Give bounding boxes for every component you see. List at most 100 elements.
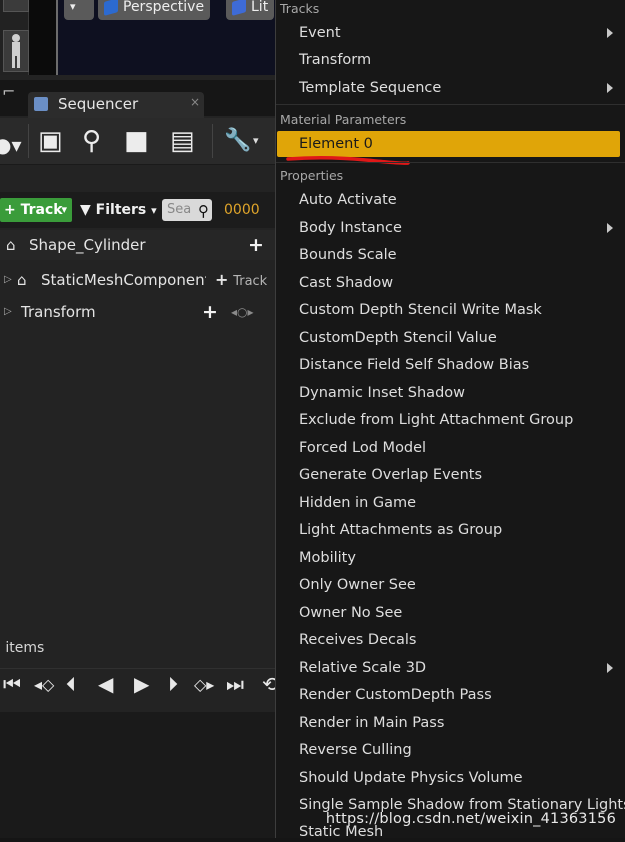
tree-row-transform[interactable]: ▷ Transform + ◂○▸ <box>0 297 276 327</box>
lit-button[interactable]: Lit <box>226 0 275 20</box>
sequencer-icon <box>34 97 48 111</box>
chevron-down-icon: ▾ <box>151 204 157 217</box>
tree-row-static-mesh-component[interactable]: ▷ ⌂ StaticMeshComponentC + Track <box>0 265 276 295</box>
clapperboard-icon[interactable]: ▤ <box>170 126 195 156</box>
menu-item-customdepth-stencil-value[interactable]: CustomDepth Stencil Value <box>299 328 497 348</box>
perspective-icon <box>104 0 118 16</box>
red-annotation-underline <box>286 155 410 165</box>
actor-icon: ⌂ <box>6 236 16 254</box>
component-icon: ⌂ <box>17 271 27 289</box>
expand-arrow-icon[interactable]: ▷ <box>4 297 12 327</box>
filter-icon: ▼ <box>80 202 91 218</box>
watermark: https://blog.csdn.net/weixin_41363156 <box>325 811 616 827</box>
tree-row-label: Transform <box>21 303 96 321</box>
search-icon[interactable]: ⚲ <box>82 126 101 156</box>
previous-key-icon[interactable]: ◂◇ <box>34 675 54 694</box>
menu-item-hidden-in-game[interactable]: Hidden in Game <box>299 493 416 513</box>
add-track-inline-button[interactable]: + Track <box>215 265 267 297</box>
menu-item-event[interactable]: Event <box>299 23 619 43</box>
asset-thumbnail[interactable] <box>3 0 29 12</box>
submenu-arrow-icon <box>607 83 613 93</box>
lit-sphere-icon <box>232 0 246 16</box>
menu-item-label: Template Sequence <box>299 80 442 96</box>
menu-item-generate-overlap-events[interactable]: Generate Overlap Events <box>299 465 482 485</box>
menu-divider <box>276 104 625 105</box>
lit-label: Lit <box>251 0 269 15</box>
expand-arrow-icon[interactable]: ▷ <box>4 265 12 295</box>
menu-item-forced-lod-model[interactable]: Forced Lod Model <box>299 438 426 458</box>
playback-controls: ⏮ ◂◇ ⏴ ◀ ▶ ⏵ ◇▸ ⏭ ⟲ <box>0 668 279 705</box>
section-header-material-parameters: Material Parameters <box>280 112 407 127</box>
menu-item-should-update-physics-volume[interactable]: Should Update Physics Volume <box>299 768 523 788</box>
menu-item-light-attachments-as-group[interactable]: Light Attachments as Group <box>299 520 502 540</box>
menu-item-template-sequence[interactable]: Template Sequence <box>299 78 619 98</box>
asset-thumbnail-strip <box>0 0 29 75</box>
menu-item-exclude-from-light-attachment-group[interactable]: Exclude from Light Attachment Group <box>299 410 573 430</box>
add-track-label: + Track <box>4 202 63 218</box>
camera-icon[interactable]: ■ <box>124 126 149 156</box>
mannequin-icon <box>12 34 20 68</box>
submenu-arrow-icon <box>607 223 613 233</box>
viewport-options-button[interactable]: ▾ <box>64 0 94 20</box>
search-input[interactable]: Sea ⚲ <box>162 199 212 221</box>
add-track-context-menu: Tracks Event Transform Template Sequence… <box>275 0 625 840</box>
menu-item-label: Relative Scale 3D <box>299 660 427 676</box>
menu-item-distance-field-self-shadow-bias[interactable]: Distance Field Self Shadow Bias <box>299 355 529 375</box>
menu-item-owner-no-see[interactable]: Owner No See <box>299 603 402 623</box>
add-track-inline-label: Track <box>233 274 268 289</box>
perspective-button[interactable]: Perspective <box>98 0 211 20</box>
menu-item-auto-activate[interactable]: Auto Activate <box>299 190 397 210</box>
filters-label: Filters <box>95 202 147 218</box>
submenu-arrow-icon <box>607 28 613 38</box>
play-icon[interactable]: ▶ <box>134 672 149 696</box>
menu-item-element-0-label: Element 0 <box>299 136 373 152</box>
jump-to-end-icon[interactable]: ⏭ <box>226 672 244 696</box>
jump-to-start-icon[interactable]: ⏮ <box>3 672 21 696</box>
key-navigation-icon[interactable]: ◂○▸ <box>231 297 254 327</box>
add-icon[interactable]: + <box>202 297 218 327</box>
save-icon[interactable]: ●▾ <box>0 130 22 160</box>
menu-item-render-customdepth-pass[interactable]: Render CustomDepth Pass <box>299 685 492 705</box>
menu-item-only-owner-see[interactable]: Only Owner See <box>299 575 416 595</box>
menu-item-render-in-main-pass[interactable]: Render in Main Pass <box>299 713 444 733</box>
menu-item-dynamic-inset-shadow[interactable]: Dynamic Inset Shadow <box>299 383 465 403</box>
add-track-button[interactable]: + Track ▾ <box>0 198 72 222</box>
step-forward-icon[interactable]: ⏵ <box>168 672 178 696</box>
item-count: 6 items <box>0 640 52 656</box>
pin-icon: ⌐ <box>2 82 16 101</box>
menu-item-custom-depth-stencil-write-mask[interactable]: Custom Depth Stencil Write Mask <box>299 300 542 320</box>
menu-item-mobility[interactable]: Mobility <box>299 548 356 568</box>
next-key-icon[interactable]: ◇▸ <box>194 675 214 694</box>
sequencer-toolbar: ●▾ ▣ ⚲ ■ ▤ 🔧 ▾ <box>0 118 276 165</box>
perspective-label: Perspective <box>123 0 205 15</box>
frame-counter[interactable]: 0000 <box>224 199 260 221</box>
tree-row-shape-cylinder[interactable]: ⌂ Shape_Cylinder + <box>0 230 276 260</box>
section-header-properties: Properties <box>280 168 344 183</box>
filters-button[interactable]: ▼ Filters ▾ <box>80 198 157 223</box>
menu-item-reverse-culling[interactable]: Reverse Culling <box>299 740 412 760</box>
menu-item-transform[interactable]: Transform <box>299 50 371 70</box>
menu-item-cast-shadow[interactable]: Cast Shadow <box>299 273 393 293</box>
level-viewport[interactable]: ▾ Perspective Lit <box>56 0 280 75</box>
menu-item-relative-scale-3d[interactable]: Relative Scale 3D <box>299 658 619 678</box>
new-key-icon[interactable]: ▣ <box>38 126 63 156</box>
menu-item-label: Event <box>299 25 341 41</box>
tab-sequencer[interactable]: Sequencer × <box>28 92 204 118</box>
close-tab-icon[interactable]: × <box>190 95 200 109</box>
mannequin-thumbnail[interactable] <box>3 30 29 72</box>
menu-item-body-instance[interactable]: Body Instance <box>299 218 619 238</box>
step-back-icon[interactable]: ⏴ <box>66 672 76 696</box>
menu-item-receives-decals[interactable]: Receives Decals <box>299 630 416 650</box>
add-icon[interactable]: + <box>248 230 264 260</box>
sequencer-details-area <box>0 712 276 838</box>
menu-divider <box>276 162 625 163</box>
play-reverse-icon[interactable]: ◀ <box>98 672 113 696</box>
toolbar-divider <box>28 124 29 158</box>
menu-item-bounds-scale[interactable]: Bounds Scale <box>299 245 397 265</box>
submenu-arrow-icon <box>607 663 613 673</box>
section-header-tracks: Tracks <box>280 1 320 16</box>
toolbar-divider <box>212 124 213 158</box>
wrench-icon[interactable]: 🔧 <box>224 126 251 156</box>
chevron-down-icon: ▾ <box>253 134 259 147</box>
tree-row-label: Shape_Cylinder <box>29 236 146 254</box>
